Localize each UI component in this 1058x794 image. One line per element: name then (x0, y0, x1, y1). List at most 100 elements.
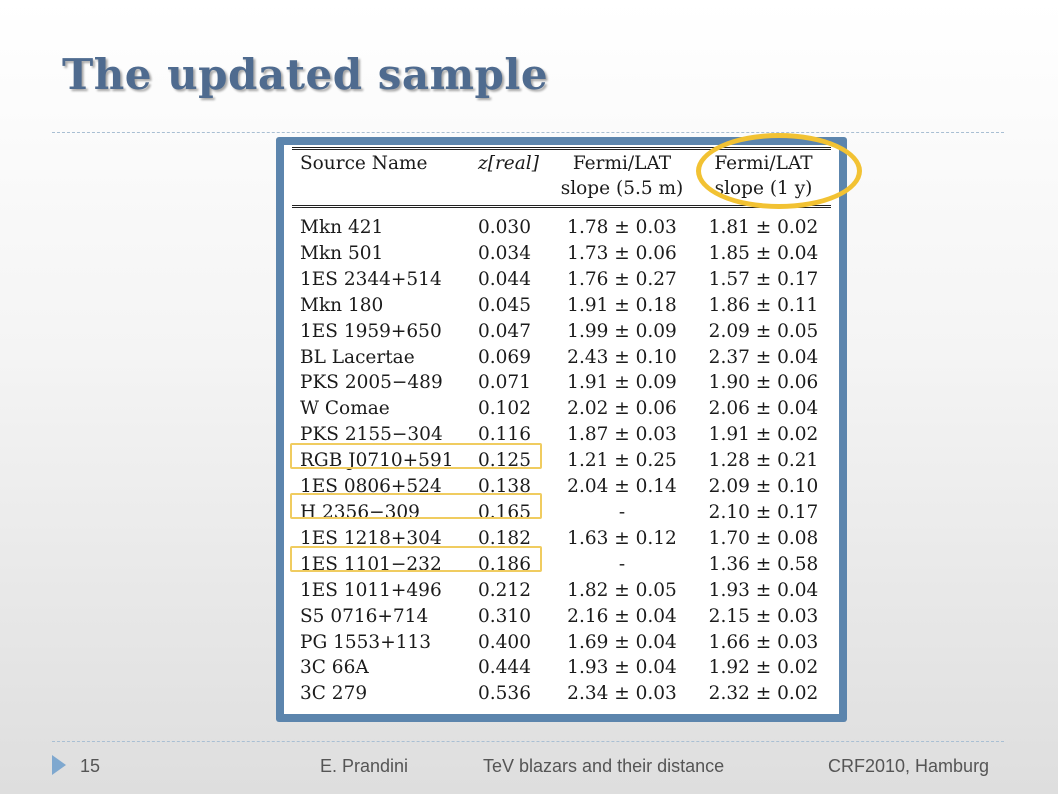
cell-slope-5m: 1.78 ± 0.03 (567, 217, 677, 238)
cell-redshift: 0.102 (478, 398, 531, 420)
footer-divider (52, 741, 1004, 742)
table-frame: Source Name z[real] Fermi/LAT slope (5.5… (276, 137, 847, 722)
header-source-name: Source Name (300, 153, 428, 174)
table-row: 1ES 1959+650 0.047 1.99 ± 0.09 2.09 ± 0.05 (292, 319, 835, 345)
table-row: BL Lacertae 0.069 2.43 ± 0.10 2.37 ± 0.04 (292, 345, 835, 371)
cell-slope-5m: 1.87 ± 0.03 (567, 424, 677, 446)
cell-redshift: 0.536 (478, 683, 531, 705)
table-body: Mkn 421 0.030 1.78 ± 0.03 1.81 ± 0.02 Mkn 50… (292, 215, 835, 707)
header-slope-1y-line2: slope (1 y) (714, 178, 813, 199)
table-row: 3C 279 0.536 2.34 ± 0.03 2.32 ± 0.02 (292, 681, 835, 707)
table-row: 1ES 2344+514 0.044 1.76 ± 0.27 1.57 ± 0.17 (292, 267, 835, 293)
cell-source-name: 1ES 1011+496 (300, 579, 442, 601)
title-divider (52, 132, 1004, 133)
cell-slope-1y: 1.57 ± 0.17 (708, 268, 819, 290)
cell-redshift: 0.138 (478, 476, 531, 498)
cell-slope-1y: 1.81 ± 0.02 (708, 217, 819, 238)
cell-source-name: BL Lacertae (300, 346, 415, 368)
cell-slope-1y: 2.09 ± 0.10 (708, 476, 819, 498)
cell-redshift: 0.400 (478, 631, 531, 653)
table-row: Mkn 180 0.045 1.91 ± 0.18 1.86 ± 0.11 (292, 293, 835, 319)
cell-source-name: 1ES 1959+650 (300, 320, 442, 342)
footer-author: E. Prandini (320, 756, 409, 776)
cell-slope-1y: 2.06 ± 0.04 (708, 398, 819, 420)
cell-redshift: 0.045 (478, 294, 531, 316)
header-slope-5m: Fermi/LAT slope (5.5 m) (552, 151, 692, 201)
cell-slope-1y: 1.86 ± 0.11 (708, 294, 819, 316)
table-row: 1ES 0806+524 0.138 2.04 ± 0.14 2.09 ± 0.10 (292, 474, 835, 500)
cell-slope-5m: 2.43 ± 0.10 (567, 346, 677, 368)
cell-source-name: RGB J0710+591 (300, 450, 454, 472)
cell-redshift: 0.044 (478, 268, 531, 290)
table-row: PKS 2155−304 0.116 1.87 ± 0.03 1.91 ± 0.02 (292, 422, 835, 448)
cell-slope-5m: 2.34 ± 0.03 (567, 683, 677, 705)
blazar-table: Source Name z[real] Fermi/LAT slope (5.5… (292, 151, 835, 707)
cell-slope-1y: 1.85 ± 0.04 (708, 242, 819, 264)
cell-slope-1y: 1.92 ± 0.02 (708, 657, 819, 679)
cell-slope-5m: 2.04 ± 0.14 (567, 476, 677, 498)
cell-slope-5m: 2.16 ± 0.04 (567, 605, 677, 627)
cell-slope-5m: 1.93 ± 0.04 (567, 657, 677, 679)
cell-redshift: 0.310 (478, 605, 531, 627)
cell-slope-1y: 1.70 ± 0.08 (708, 527, 819, 549)
cell-slope-5m: 1.91 ± 0.09 (567, 372, 677, 394)
table-row: PKS 2005−489 0.071 1.91 ± 0.09 1.90 ± 0.06 (292, 370, 835, 396)
table-row: Mkn 501 0.034 1.73 ± 0.06 1.85 ± 0.04 (292, 241, 835, 267)
cell-slope-1y: 1.93 ± 0.04 (708, 579, 819, 601)
cell-source-name: PKS 2155−304 (300, 424, 443, 446)
table-row: 3C 66A 0.444 1.93 ± 0.04 1.92 ± 0.02 (292, 655, 835, 681)
cell-redshift: 0.034 (478, 242, 531, 264)
table-paper: Source Name z[real] Fermi/LAT slope (5.5… (284, 145, 839, 714)
cell-redshift: 0.212 (478, 579, 531, 601)
cell-slope-1y: 1.90 ± 0.06 (708, 372, 819, 394)
cell-slope-1y: 2.32 ± 0.02 (708, 683, 819, 705)
cell-source-name: PG 1553+113 (300, 631, 431, 653)
footer-topic: TeV blazars and their distance (483, 756, 725, 776)
cell-slope-1y: 1.91 ± 0.02 (708, 424, 819, 446)
footer-conference: CRF2010, Hamburg (828, 756, 990, 776)
header-slope-1y-line1: Fermi/LAT (714, 153, 813, 174)
cell-slope-1y: 2.10 ± 0.17 (708, 501, 819, 523)
cell-source-name: 1ES 2344+514 (300, 268, 442, 290)
footer-page-number: 15 (80, 756, 101, 776)
slide-title: The updated sample (62, 50, 549, 99)
table-row: Mkn 421 0.030 1.78 ± 0.03 1.81 ± 0.02 (292, 215, 835, 241)
cell-slope-5m: 1.63 ± 0.12 (567, 527, 677, 549)
table-row: 1ES 1101−232 0.186 - 1.36 ± 0.58 (292, 552, 835, 578)
cell-slope-5m: 1.91 ± 0.18 (567, 294, 677, 316)
cell-redshift: 0.069 (478, 346, 531, 368)
cell-slope-1y: 2.09 ± 0.05 (708, 320, 819, 342)
cell-redshift: 0.444 (478, 657, 531, 679)
header-redshift: z[real] (478, 153, 539, 174)
table-row: PG 1553+113 0.400 1.69 ± 0.04 1.66 ± 0.03 (292, 630, 835, 656)
table-row: S5 0716+714 0.310 2.16 ± 0.04 2.15 ± 0.03 (292, 604, 835, 630)
cell-slope-5m: 1.21 ± 0.25 (567, 450, 677, 472)
header-slope-1y: Fermi/LAT slope (1 y) (692, 151, 835, 201)
header-row: Source Name z[real] Fermi/LAT slope (5.5… (292, 151, 835, 201)
cell-redshift: 0.125 (478, 450, 531, 472)
cell-slope-5m: 2.02 ± 0.06 (567, 398, 677, 420)
cell-slope-1y: 2.37 ± 0.04 (708, 346, 819, 368)
cell-source-name: S5 0716+714 (300, 605, 429, 627)
cell-source-name: 1ES 1218+304 (300, 527, 442, 549)
cell-redshift: 0.047 (478, 320, 531, 342)
cell-slope-1y: 2.15 ± 0.03 (708, 605, 819, 627)
cell-redshift: 0.165 (478, 501, 531, 523)
table-row: W Comae 0.102 2.02 ± 0.06 2.06 ± 0.04 (292, 396, 835, 422)
cell-redshift: 0.030 (478, 217, 531, 238)
table-top-rule (292, 147, 831, 148)
cell-slope-5m: 1.82 ± 0.05 (567, 579, 677, 601)
table-top-rule-2 (292, 149, 831, 150)
cell-redshift: 0.116 (478, 424, 531, 446)
cell-redshift: 0.186 (478, 553, 531, 575)
cell-source-name: Mkn 421 (300, 217, 384, 238)
cell-slope-1y: 1.36 ± 0.58 (708, 553, 819, 575)
header-slope-5m-line2: slope (5.5 m) (560, 178, 684, 199)
cell-source-name: 3C 66A (300, 657, 369, 679)
cell-slope-1y: 1.28 ± 0.21 (708, 450, 819, 472)
table-row: RGB J0710+591 0.125 1.21 ± 0.25 1.28 ± 0.21 (292, 448, 835, 474)
table-row: 1ES 1218+304 0.182 1.63 ± 0.12 1.70 ± 0.08 (292, 526, 835, 552)
table-row: 1ES 1011+496 0.212 1.82 ± 0.05 1.93 ± 0.04 (292, 578, 835, 604)
header-slope-5m-line1: Fermi/LAT (572, 153, 672, 174)
cell-redshift: 0.182 (478, 527, 531, 549)
